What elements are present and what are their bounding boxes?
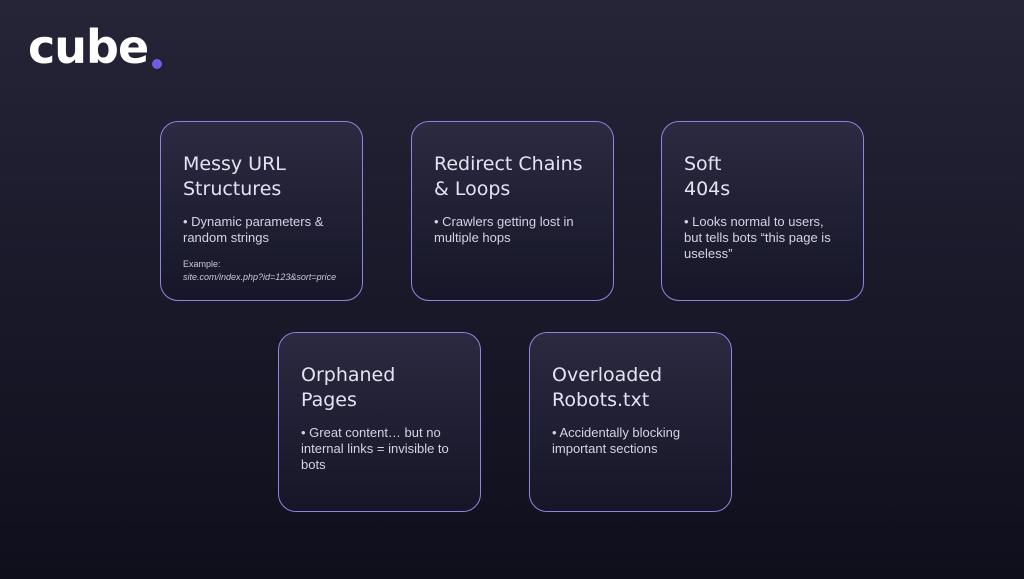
card-bullet: • Accidentally blocking important sectio…	[552, 425, 681, 456]
card-title-line: Orphaned	[301, 364, 396, 386]
card-title: Overloaded Robots.txt	[552, 363, 711, 413]
card-title-line: 404s	[684, 178, 731, 200]
logo-dot-icon	[152, 59, 162, 69]
card-title-line: Robots.txt	[552, 389, 650, 411]
card-overloaded-robots-txt: Overloaded Robots.txt • Accidentally blo…	[529, 332, 732, 512]
card-title: Messy URL Structures	[183, 152, 342, 202]
card-messy-url-structures: Messy URL Structures • Dynamic parameter…	[160, 121, 363, 301]
card-title-line: Structures	[183, 178, 282, 200]
card-bullet: • Looks normal to users, but tells bots …	[684, 214, 831, 261]
card-title-line: Messy URL	[183, 153, 286, 175]
card-title: Soft 404s	[684, 152, 843, 202]
card-title-line: & Loops	[434, 178, 511, 200]
card-bullet: • Crawlers getting lost in multiple hops	[434, 214, 574, 245]
card-title: Redirect Chains & Loops	[434, 152, 593, 202]
example-url: site.com/index.php?id=123&sort=price	[183, 272, 337, 282]
card-title: Orphaned Pages	[301, 363, 460, 413]
card-bullet: • Great content… but no internal links =…	[301, 425, 449, 472]
card-example: Example: site.com/index.php?id=123&sort=…	[183, 258, 342, 284]
card-bullet: • Dynamic parameters & random strings	[183, 214, 324, 245]
card-title-line: Redirect Chains	[434, 153, 583, 175]
card-title-line: Pages	[301, 389, 357, 411]
card-title-line: Soft	[684, 153, 722, 175]
example-label: Example:	[183, 259, 221, 269]
cube-logo: cube	[28, 20, 149, 74]
card-orphaned-pages: Orphaned Pages • Great content… but no i…	[278, 332, 481, 512]
card-soft-404s: Soft 404s • Looks normal to users, but t…	[661, 121, 864, 301]
card-title-line: Overloaded	[552, 364, 663, 386]
card-redirect-chains: Redirect Chains & Loops • Crawlers getti…	[411, 121, 614, 301]
